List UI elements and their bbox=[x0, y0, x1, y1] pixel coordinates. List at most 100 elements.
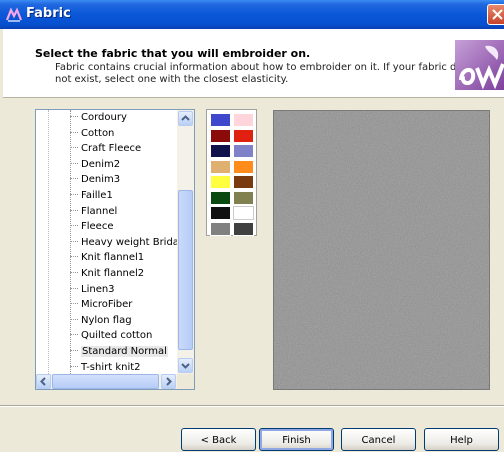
color-swatch[interactable] bbox=[233, 221, 254, 236]
tree-connector bbox=[70, 209, 78, 212]
list-item[interactable]: Flannel bbox=[70, 204, 177, 219]
tree-line bbox=[48, 110, 49, 374]
color-swatch[interactable] bbox=[233, 128, 254, 143]
fabric-list[interactable]: Cordoury Cotton Craft Fleece Denim2 Denim3 Fa… bbox=[35, 109, 195, 390]
wizard-header: Select the fabric that you will embroide… bbox=[3, 29, 504, 98]
horizontal-scrollbar[interactable] bbox=[36, 374, 177, 389]
window-title: Fabric bbox=[26, 6, 71, 21]
list-item[interactable]: MicroFiber bbox=[70, 297, 177, 312]
tree-connector bbox=[70, 303, 78, 305]
list-item-label: MicroFiber bbox=[81, 299, 133, 311]
list-item-label: Denim2 bbox=[81, 158, 121, 170]
chevron-down-icon bbox=[181, 363, 190, 369]
color-swatch[interactable] bbox=[233, 190, 254, 205]
chevron-up-icon bbox=[181, 115, 190, 121]
tree-connector bbox=[70, 131, 78, 134]
color-swatch[interactable] bbox=[233, 144, 254, 158]
vertical-scrollbar[interactable] bbox=[177, 110, 194, 374]
page-description: Fabric contains crucial information abou… bbox=[55, 62, 474, 85]
color-swatch[interactable] bbox=[210, 221, 231, 236]
list-item-label: Cotton bbox=[81, 127, 115, 139]
scroll-down-button[interactable] bbox=[178, 358, 193, 373]
tree-connector bbox=[70, 350, 78, 352]
list-item-label: Nylon flag bbox=[81, 314, 132, 326]
list-item-label: Knit flannel2 bbox=[81, 268, 145, 279]
tree-connector bbox=[70, 178, 78, 180]
list-item-label: Fleece bbox=[81, 221, 114, 233]
tree-connector bbox=[70, 194, 78, 196]
fabric-preview bbox=[273, 110, 490, 390]
list-item[interactable]: Faille1 bbox=[70, 188, 177, 203]
list-item[interactable]: Denim2 bbox=[70, 157, 177, 172]
list-item[interactable]: Cordoury bbox=[70, 110, 177, 125]
list-item-label: Quilted cotton bbox=[81, 330, 153, 342]
finish-button[interactable]: Finish bbox=[259, 428, 334, 451]
list-item[interactable]: Knit flannel1 bbox=[70, 250, 177, 265]
ow-logo-icon bbox=[455, 40, 504, 90]
tree-connector bbox=[70, 334, 78, 336]
color-swatch[interactable] bbox=[233, 159, 254, 174]
list-item-label: Linen3 bbox=[81, 283, 115, 295]
tree-connector bbox=[70, 365, 78, 368]
color-swatch[interactable] bbox=[233, 175, 254, 189]
list-item-label: Denim3 bbox=[81, 174, 121, 186]
chevron-left-icon bbox=[40, 377, 46, 386]
scroll-up-button[interactable] bbox=[178, 111, 193, 126]
color-swatch[interactable] bbox=[233, 206, 254, 220]
list-item-label: Faille1 bbox=[81, 190, 113, 201]
list-item-label: Knit flannel1 bbox=[81, 252, 145, 264]
list-item[interactable]: Standard Normal bbox=[70, 344, 177, 359]
close-icon bbox=[492, 9, 503, 20]
tree-connector bbox=[70, 272, 78, 274]
embroidery-app-icon bbox=[6, 7, 22, 22]
list-item-label: Craft Fleece bbox=[81, 143, 142, 155]
tree-connector bbox=[70, 147, 78, 149]
color-swatch[interactable] bbox=[210, 113, 231, 127]
tree-connector bbox=[70, 240, 78, 243]
color-swatch[interactable] bbox=[210, 159, 231, 174]
list-item-label: Heavy weight Bridal bbox=[81, 236, 177, 248]
title-bar: Fabric bbox=[0, 0, 504, 29]
list-item[interactable]: Fleece bbox=[70, 219, 177, 234]
horizontal-scroll-thumb[interactable] bbox=[52, 374, 159, 389]
color-swatch[interactable] bbox=[210, 128, 231, 143]
list-item[interactable]: Denim3 bbox=[70, 172, 177, 187]
color-swatch[interactable] bbox=[210, 175, 231, 189]
separator bbox=[0, 405, 504, 407]
tree-connector bbox=[70, 116, 78, 118]
list-item-label: Cordoury bbox=[81, 112, 127, 123]
scroll-left-button[interactable] bbox=[36, 374, 51, 389]
color-swatch[interactable] bbox=[210, 190, 231, 205]
fabric-texture bbox=[274, 111, 489, 389]
list-item[interactable]: Nylon flag bbox=[70, 313, 177, 328]
color-swatch[interactable] bbox=[210, 144, 231, 158]
fabric-list-items: Cordoury Cotton Craft Fleece Denim2 Denim3 Fa… bbox=[36, 110, 177, 374]
tree-connector bbox=[70, 162, 78, 165]
list-item-label: Flannel bbox=[81, 205, 118, 217]
back-button[interactable]: < Back bbox=[181, 428, 256, 451]
cancel-button[interactable]: Cancel bbox=[341, 428, 416, 451]
list-item[interactable]: Craft Fleece bbox=[70, 141, 177, 156]
chevron-right-icon bbox=[166, 377, 172, 386]
list-item[interactable]: Cotton bbox=[70, 126, 177, 141]
color-swatch[interactable] bbox=[210, 206, 231, 220]
list-item-label: T-shirt knit2 bbox=[81, 361, 141, 373]
tree-connector bbox=[70, 318, 78, 321]
thread-color-palette bbox=[206, 109, 257, 236]
tree-connector bbox=[70, 256, 78, 258]
list-item[interactable]: T-shirt knit2 bbox=[70, 360, 177, 374]
vertical-scroll-thumb[interactable] bbox=[178, 190, 193, 350]
page-title: Select the fabric that you will embroide… bbox=[35, 47, 311, 60]
color-swatch[interactable] bbox=[233, 113, 254, 127]
scroll-right-button[interactable] bbox=[161, 374, 176, 389]
list-item[interactable]: Quilted cotton bbox=[70, 328, 177, 343]
scrollbar-corner bbox=[177, 374, 194, 389]
tree-connector bbox=[70, 225, 78, 227]
help-button[interactable]: Help bbox=[424, 428, 499, 451]
tree-connector bbox=[70, 287, 78, 290]
close-button[interactable] bbox=[487, 4, 504, 25]
list-item-label: Standard Normal bbox=[81, 346, 168, 357]
list-item[interactable]: Knit flannel2 bbox=[70, 266, 177, 281]
list-item[interactable]: Linen3 bbox=[70, 282, 177, 297]
list-item[interactable]: Heavy weight Bridal bbox=[70, 235, 177, 250]
